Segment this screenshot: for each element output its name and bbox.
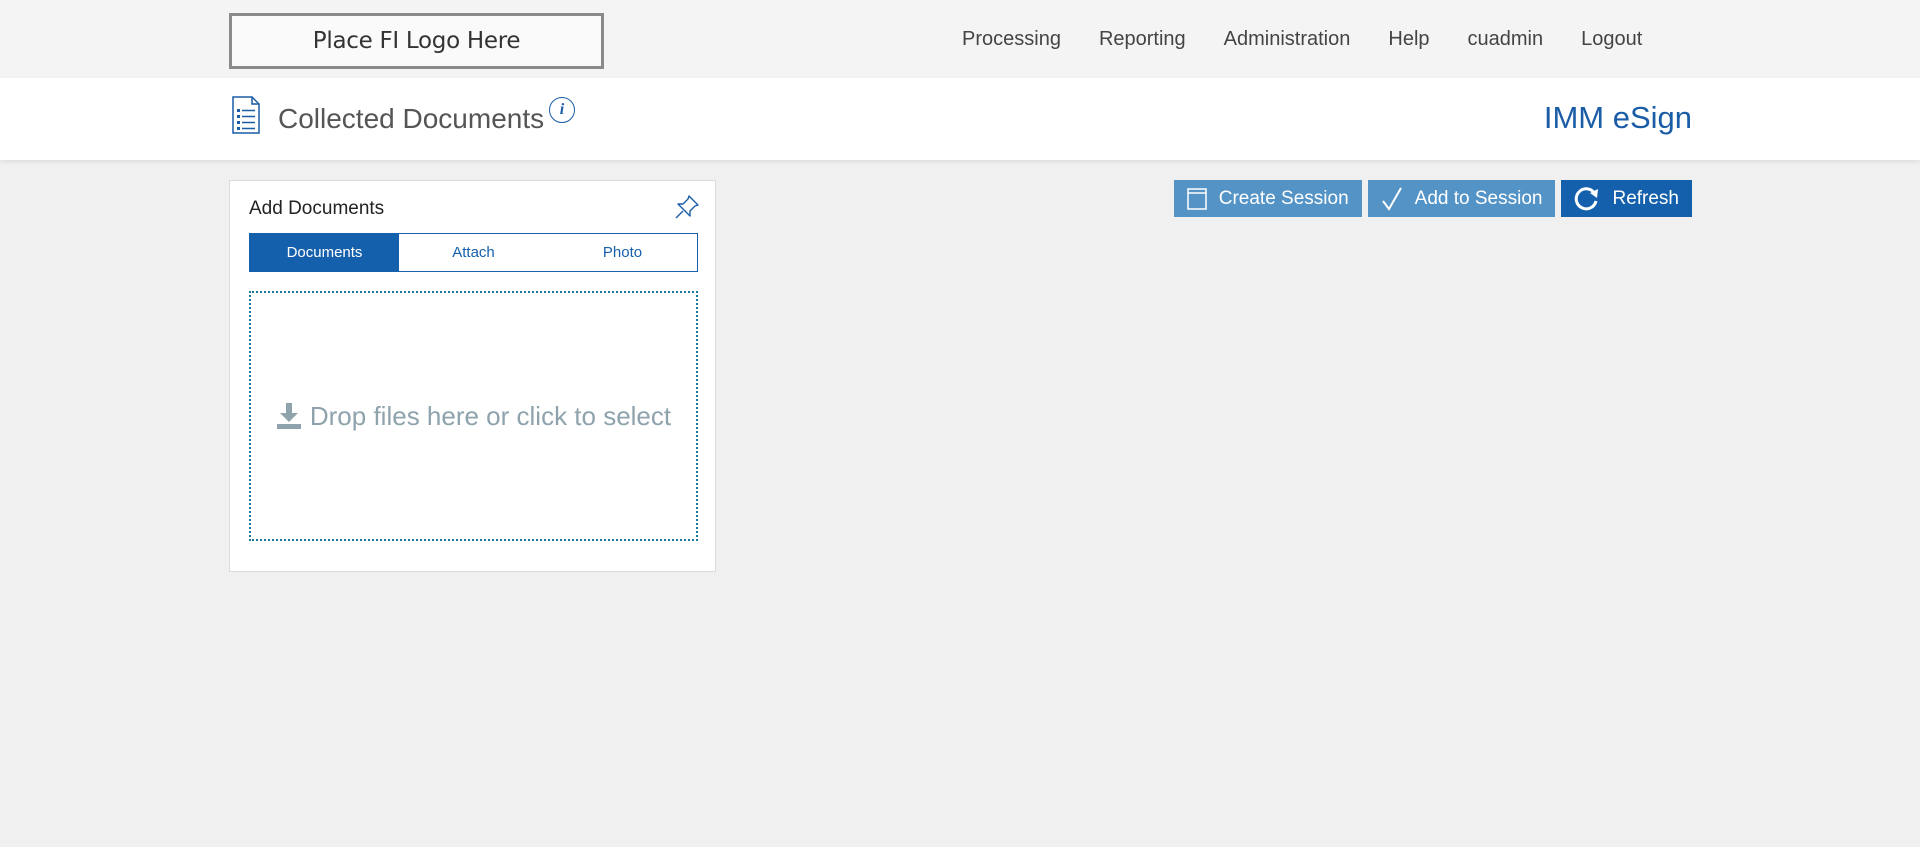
refresh-button[interactable]: Refresh: [1561, 180, 1692, 217]
add-documents-panel: Add Documents Documents Attach Photo Dro…: [229, 180, 716, 572]
checkmark-icon: [1381, 187, 1402, 211]
add-documents-tabs: Documents Attach Photo: [249, 233, 698, 272]
tab-photo[interactable]: Photo: [548, 234, 697, 271]
nav-user[interactable]: cuadmin: [1468, 28, 1544, 51]
main-nav: Processing Reporting Administration Help…: [962, 28, 1680, 51]
pin-icon[interactable]: [673, 193, 701, 221]
nav-processing[interactable]: Processing: [962, 28, 1061, 51]
refresh-icon: [1575, 186, 1599, 210]
top-bar: Place FI Logo Here Processing Reporting …: [0, 0, 1920, 78]
nav-logout[interactable]: Logout: [1581, 28, 1642, 51]
page-header: Collected Documents i IMM eSign: [0, 78, 1920, 160]
file-dropzone[interactable]: Drop files here or click to select: [249, 291, 698, 541]
page-title: Collected Documents: [278, 103, 545, 134]
brand-title: IMM eSign: [1543, 100, 1692, 135]
nav-reporting[interactable]: Reporting: [1099, 28, 1186, 51]
tab-documents[interactable]: Documents: [250, 234, 399, 271]
logo-placeholder: Place FI Logo Here: [229, 13, 604, 69]
document-list-icon: [232, 96, 260, 134]
download-icon: [276, 403, 301, 429]
create-session-button[interactable]: Create Session: [1173, 180, 1362, 217]
refresh-label: Refresh: [1612, 187, 1679, 209]
create-session-label: Create Session: [1218, 187, 1349, 209]
nav-help[interactable]: Help: [1388, 28, 1429, 51]
nav-administration[interactable]: Administration: [1224, 28, 1351, 51]
session-actions: Create Session Add to Session Refresh: [1168, 180, 1692, 217]
add-to-session-button[interactable]: Add to Session: [1367, 180, 1556, 217]
dropzone-label: Drop files here or click to select: [309, 400, 672, 431]
panel-title: Add Documents: [249, 198, 385, 219]
info-icon[interactable]: i: [549, 97, 575, 123]
window-icon: [1187, 187, 1207, 210]
add-to-session-label: Add to Session: [1414, 187, 1543, 209]
tab-attach[interactable]: Attach: [399, 234, 548, 271]
